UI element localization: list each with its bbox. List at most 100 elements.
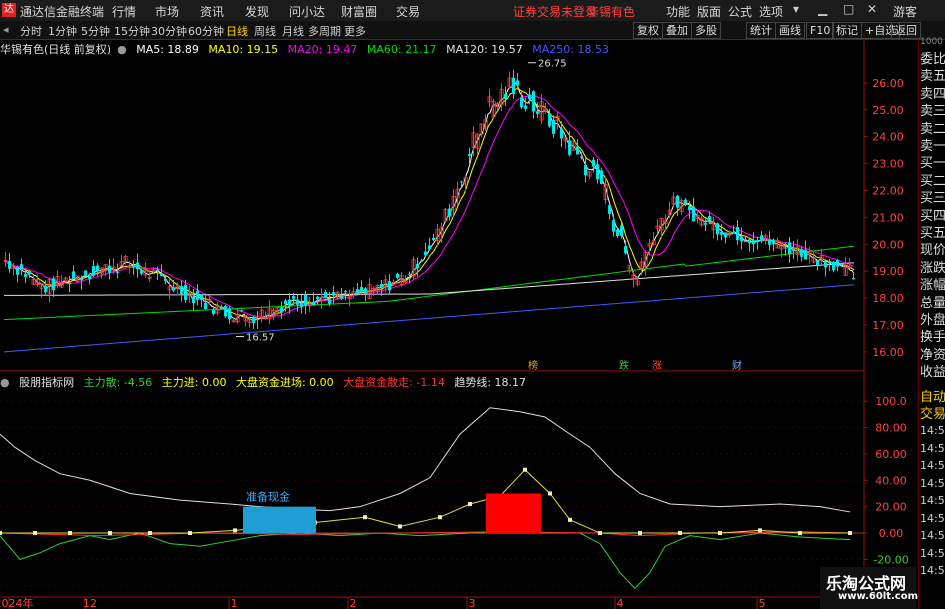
candle-body — [792, 249, 796, 251]
panel-time: 14:56 — [920, 529, 945, 542]
trend-dot — [363, 515, 367, 520]
candle-body — [420, 260, 424, 262]
panel-label: 净资 — [920, 347, 945, 363]
panel-label: 总量 — [920, 295, 945, 311]
candle-body — [8, 260, 12, 269]
candle-body — [192, 296, 196, 304]
price-tick-label: 20.00 — [872, 238, 904, 251]
trend-dot — [0, 531, 2, 536]
value-tick-label: -20.00 — [873, 553, 908, 566]
candle-body — [328, 299, 332, 304]
candle-body — [520, 97, 524, 108]
candle-body — [228, 308, 232, 320]
candle-body — [724, 232, 728, 238]
candle-body — [380, 284, 384, 288]
candle-body — [44, 286, 48, 293]
trend-dot — [68, 531, 72, 536]
panel-label: 外盘 — [920, 313, 945, 328]
price-tick-label: 26.00 — [872, 77, 904, 90]
event-marker: 财 — [732, 359, 742, 372]
candle-body — [828, 261, 832, 263]
trend-dot — [233, 528, 237, 533]
candle-body — [164, 278, 168, 282]
panel-label: 收益 — [920, 365, 945, 381]
candle-body — [584, 165, 588, 176]
candle-body — [448, 208, 452, 217]
panel-label: 涨幅 — [920, 278, 945, 294]
trend-strength-line — [0, 469, 850, 534]
candle-body — [688, 206, 692, 211]
candle-body — [800, 248, 804, 257]
candle-body — [156, 269, 160, 272]
candle-body — [684, 199, 688, 204]
watermark-url: www.60lt.com — [838, 591, 919, 602]
candle-body — [592, 159, 596, 167]
watermark: 乐淘公式网 www.60lt.com — [820, 567, 919, 609]
prepare-cash-box — [243, 506, 316, 534]
candle-body — [460, 181, 464, 183]
kline-chart[interactable]: 26.0025.0024.0023.0022.0021.0020.0019.00… — [0, 0, 918, 609]
trend-dot — [548, 491, 552, 496]
candle-body — [608, 205, 612, 214]
candle-body — [548, 112, 552, 127]
high-price-label: 26.75 — [538, 59, 567, 70]
trend-dot — [718, 531, 722, 536]
candle-body — [92, 265, 96, 276]
price-tick-label: 18.00 — [872, 292, 904, 305]
candle-body — [568, 140, 572, 155]
candle-body — [200, 294, 204, 301]
candle-body — [256, 319, 260, 321]
panel-auto-label[interactable]: 交易 — [920, 403, 945, 422]
candle-body — [300, 303, 304, 307]
candle-body — [184, 284, 188, 300]
price-tick-label: 24.00 — [872, 131, 904, 144]
panel-label: 买二 — [920, 173, 945, 189]
candle-body — [620, 225, 624, 236]
candle-body — [160, 273, 164, 277]
panel-time: 14:55 — [920, 424, 945, 437]
candle-body — [116, 271, 120, 273]
trend-dot — [438, 515, 442, 520]
candle-body — [360, 287, 364, 292]
trend-dot — [468, 502, 472, 507]
candle-body — [732, 231, 736, 233]
trend-dot — [798, 531, 802, 536]
candle-body — [600, 170, 604, 184]
candle-body — [220, 306, 224, 309]
low-price-label: 16.57 — [246, 333, 275, 344]
candle-body — [316, 296, 320, 299]
candle-body — [580, 156, 584, 158]
price-tick-label: 19.00 — [872, 265, 904, 278]
value-tick-label: 100.0 — [875, 395, 907, 408]
panel-label: 买四 — [920, 208, 945, 224]
date-label: 4 — [617, 597, 624, 609]
panel-label: 卖五 — [920, 69, 945, 85]
panel-label: 买三 — [920, 191, 945, 207]
trend-dot — [848, 531, 852, 536]
price-tick-label: 17.00 — [872, 319, 904, 332]
candle-body — [816, 260, 820, 266]
candle-body — [96, 265, 100, 272]
panel-time: 14:56 — [920, 494, 945, 507]
ma10-line — [3, 87, 855, 320]
main-force-scatter-line — [0, 532, 851, 590]
candle-body — [560, 128, 564, 139]
candle-body — [832, 261, 836, 271]
candle-body — [196, 290, 200, 300]
trend-dot — [523, 467, 527, 472]
trend-dot — [568, 517, 572, 522]
candle-body — [396, 273, 400, 278]
panel-label: 买一 — [920, 156, 945, 172]
candle-body — [676, 195, 680, 208]
quote-side-panel: 1000 委比 卖五 卖四 卖三 卖二 卖一 买一 买二 买三 买四 买五 现价 涨跌 涨幅 总量 外盘 换手 净资… — [918, 37, 945, 609]
candle-body — [108, 265, 112, 273]
trend-dot — [108, 531, 112, 536]
candle-body — [748, 239, 752, 244]
candle-body — [296, 299, 300, 305]
candle-body — [20, 264, 24, 270]
date-label: 2024年 — [0, 596, 34, 609]
candle-body — [28, 271, 32, 275]
candle-body — [140, 270, 144, 274]
trend-dot — [638, 531, 642, 536]
candle-body — [736, 226, 740, 241]
